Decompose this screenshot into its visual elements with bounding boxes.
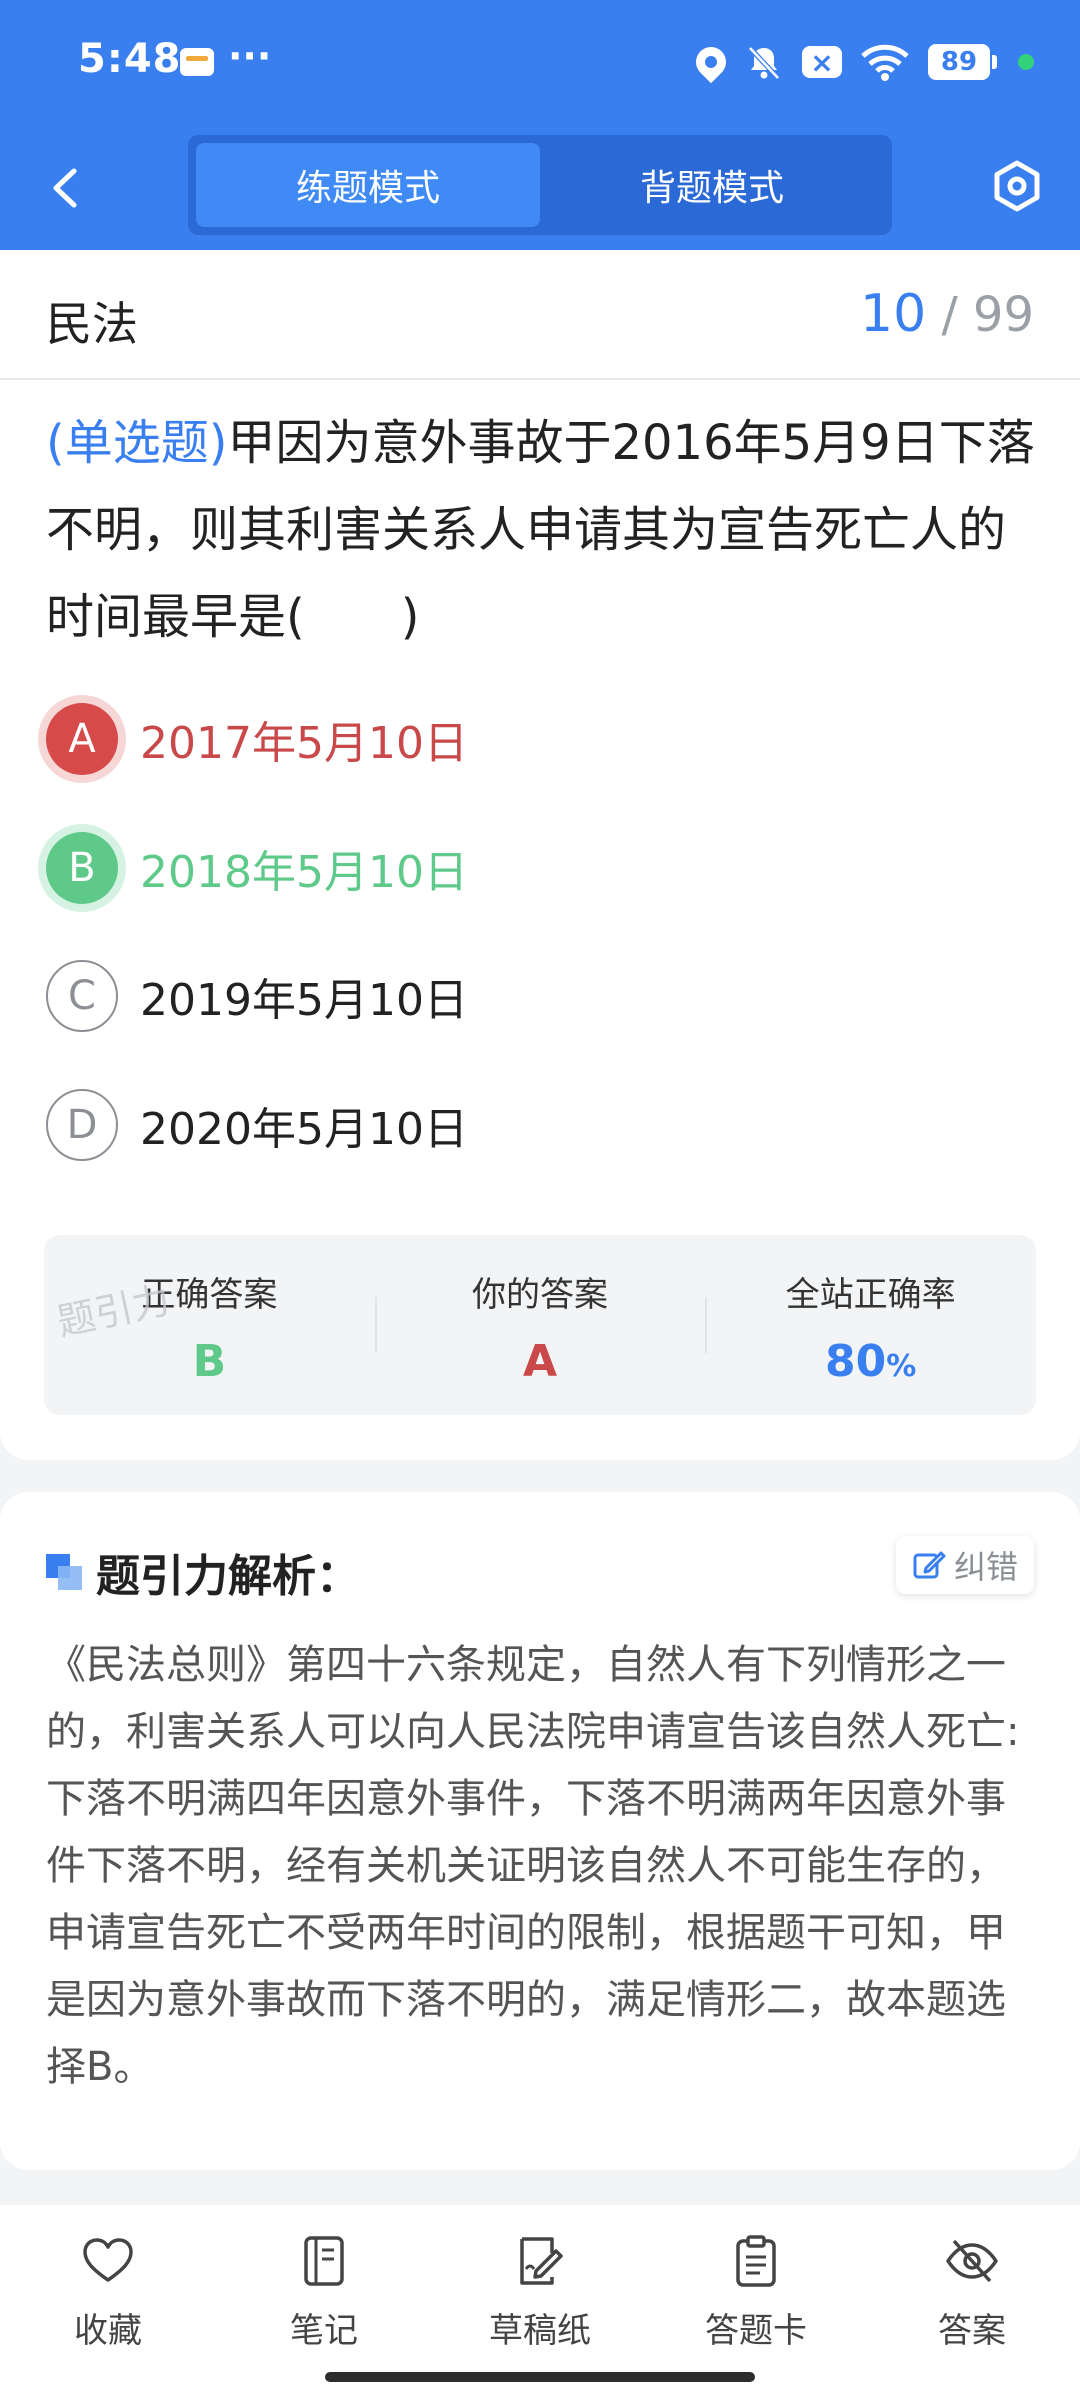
edit-icon [913, 1551, 946, 1579]
location-icon [689, 40, 733, 84]
counter-separator: / [941, 287, 958, 343]
subject-title: 民法 [46, 297, 138, 351]
stat-label: 你的答案 [472, 1275, 608, 1315]
option-letter: C [46, 960, 118, 1032]
app-header: 练题模式 背题模式 [0, 125, 1080, 250]
answer-stats: 正确答案 B 你的答案 A 全站正确率 80% [44, 1235, 1036, 1415]
close-app-icon: × [802, 46, 842, 79]
option-d[interactable]: D 2020年5月10日 [46, 1088, 468, 1162]
status-bar: 5:48 ··· × 89 [0, 0, 1080, 125]
top-bar: 5:48 ··· × 89 练题模式 背题模式 [0, 0, 1080, 250]
wifi-icon [861, 44, 909, 81]
status-time: 5:48 [78, 36, 182, 82]
back-arrow-icon[interactable] [42, 163, 92, 213]
report-error-label: 纠错 [953, 1548, 1018, 1586]
settings-hexagon-icon[interactable] [990, 159, 1044, 213]
question-card: 民法 10 / 99 (单选题)甲因为意外事故于2016年5月9日下落不明，则其… [0, 250, 1080, 1460]
option-text: 2020年5月10日 [140, 1104, 468, 1155]
option-text: 2017年5月10日 [140, 718, 468, 769]
option-letter: B [46, 832, 118, 904]
option-letter: A [46, 703, 118, 775]
accuracy-number: 80 [825, 1336, 887, 1387]
stat-value: B [192, 1336, 227, 1387]
analysis-text: 《民法总则》第四十六条规定，自然人有下列情形之一的，利害关系人可以向人民法院申请… [46, 1642, 1020, 2090]
notes-button[interactable]: 笔记 [216, 2205, 432, 2400]
analysis-title-text: 题引力解析： [96, 1551, 360, 1602]
nav-label: 收藏 [74, 2311, 142, 2351]
analysis-title: 题引力解析： [46, 1540, 360, 1604]
subject-row: 民法 10 / 99 [0, 250, 1080, 380]
clipboard-icon [736, 2235, 776, 2287]
question-counter: 10 / 99 [860, 284, 1034, 344]
show-answer-button[interactable]: 答案 [864, 2205, 1080, 2400]
answer-sheet-button[interactable]: 答题卡 [648, 2205, 864, 2400]
squares-icon [46, 1554, 82, 1590]
eye-off-icon [946, 2239, 998, 2283]
privacy-dot-icon [1018, 54, 1034, 70]
mode-switch: 练题模式 背题模式 [188, 135, 892, 235]
stat-site-accuracy: 全站正确率 80% [705, 1235, 1036, 1415]
notebook-icon [304, 2236, 344, 2286]
accuracy-unit: % [886, 1349, 917, 1384]
more-notifications-icon: ··· [228, 34, 272, 78]
analysis-card: 题引力解析： 纠错 《民法总则》第四十六条规定，自然人有下列情形之一的，利害关系… [0, 1492, 1080, 2170]
question-stem: (单选题)甲因为意外事故于2016年5月9日下落不明，则其利害关系人申请其为宣告… [46, 400, 1036, 661]
nav-label: 草稿纸 [489, 2311, 591, 2351]
report-error-button[interactable]: 纠错 [895, 1536, 1034, 1594]
favorite-button[interactable]: 收藏 [0, 2205, 216, 2400]
current-question-number: 10 [860, 284, 927, 344]
tab-memorize-mode[interactable]: 背题模式 [540, 143, 884, 227]
option-text: 2018年5月10日 [140, 847, 468, 898]
total-question-number: 99 [972, 287, 1034, 343]
status-icons: × 89 [689, 40, 1034, 84]
stat-your-answer: 你的答案 A [374, 1235, 706, 1415]
option-text: 2019年5月10日 [140, 975, 468, 1026]
nav-label: 答题卡 [705, 2311, 807, 2351]
stat-value: A [522, 1336, 558, 1387]
heart-icon [83, 2238, 133, 2282]
option-c[interactable]: C 2019年5月10日 [46, 959, 468, 1033]
nav-label: 笔记 [290, 2311, 358, 2351]
battery-indicator: 89 [928, 44, 997, 80]
draft-icon [520, 2237, 563, 2285]
bell-muted-icon [748, 46, 780, 80]
tab-practice-mode[interactable]: 练题模式 [196, 143, 540, 227]
stat-value: 80% [705, 1336, 1036, 1387]
option-b[interactable]: B 2018年5月10日 [46, 831, 468, 905]
scratch-paper-button[interactable]: 草稿纸 [432, 2205, 648, 2400]
option-a[interactable]: A 2017年5月10日 [46, 702, 468, 776]
bottom-toolbar: 收藏 笔记 草稿纸 答题卡 答案 [0, 2205, 1080, 2400]
wallet-icon [180, 48, 214, 76]
nav-label: 答案 [938, 2311, 1006, 2351]
home-indicator[interactable] [325, 2372, 755, 2382]
question-type: (单选题) [46, 415, 228, 471]
option-letter: D [46, 1089, 118, 1161]
stat-label: 全站正确率 [785, 1275, 956, 1315]
